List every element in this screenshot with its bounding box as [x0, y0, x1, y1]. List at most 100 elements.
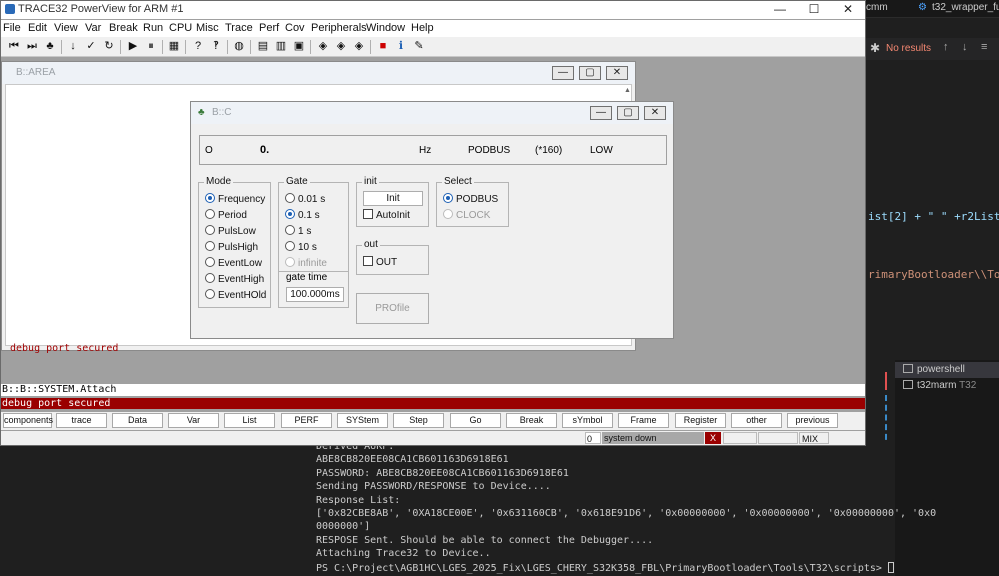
- return-icon[interactable]: ↻: [102, 39, 116, 53]
- menu-item-cov[interactable]: Cov: [285, 22, 305, 34]
- gate-001-radio[interactable]: 0.01 s: [285, 193, 325, 205]
- softkey-components[interactable]: components: [3, 413, 53, 428]
- menu-item-edit[interactable]: Edit: [28, 22, 47, 34]
- mode-eventhold-radio[interactable]: EventHOld: [205, 289, 266, 301]
- memory-icon[interactable]: ▥: [274, 39, 288, 53]
- terminal-item[interactable]: t32marm T32: [895, 378, 999, 394]
- command-line[interactable]: B::B::SYSTEM.Attach: [1, 384, 865, 396]
- gate-group: Gate 0.01 s 0.1 s 1 s 10 s infinite gate…: [278, 176, 349, 308]
- mode-period-radio[interactable]: Period: [205, 209, 247, 221]
- wrench-icon[interactable]: ✎: [412, 39, 426, 53]
- code-editor[interactable]: ist[2] + " " +r2List[3] rimaryBootloader…: [866, 60, 999, 360]
- level-label: LOW: [590, 145, 613, 156]
- restart-icon[interactable]: ⏭: [25, 39, 39, 53]
- softkey-other[interactable]: other: [731, 413, 782, 428]
- softkey-system[interactable]: SYStem: [337, 413, 388, 428]
- menu-item-window[interactable]: Window: [366, 22, 405, 34]
- maximize-button[interactable]: ▢: [617, 106, 639, 120]
- mode-pulshigh-radio[interactable]: PulsHigh: [205, 241, 258, 253]
- trace32-logo-icon: ♣: [198, 107, 205, 118]
- menu-item-var[interactable]: Var: [85, 22, 101, 34]
- terminal-item[interactable]: powershell: [895, 362, 999, 378]
- menu-item-misc[interactable]: Misc: [196, 22, 219, 34]
- mode-eventlow-radio[interactable]: EventLow: [205, 257, 262, 269]
- break-icon[interactable]: ⏸: [144, 39, 158, 53]
- gate-time-label: gate time: [286, 272, 328, 283]
- counter-status: O 0. Hz PODBUS (*160) LOW: [199, 135, 667, 165]
- softkey-list[interactable]: List: [224, 413, 275, 428]
- softkey-var[interactable]: Var: [168, 413, 219, 428]
- menu-item-help[interactable]: Help: [411, 22, 434, 34]
- info-icon[interactable]: ℹ: [394, 39, 408, 53]
- step-over-icon[interactable]: ✓: [84, 39, 98, 53]
- softkey-data[interactable]: Data: [112, 413, 163, 428]
- close-button[interactable]: ✕: [606, 66, 628, 80]
- menu-item-view[interactable]: View: [54, 22, 78, 34]
- reset-icon[interactable]: ⏮: [7, 39, 21, 53]
- counter-value: 0.: [260, 144, 270, 156]
- softkey-frame[interactable]: Frame: [618, 413, 669, 428]
- menu-item-file[interactable]: File: [3, 22, 21, 34]
- close-button[interactable]: ✕: [831, 1, 865, 19]
- dump-icon[interactable]: ▣: [292, 39, 306, 53]
- softkey-trace[interactable]: trace: [56, 413, 107, 428]
- menu-item-peripherals[interactable]: Peripherals: [311, 22, 367, 34]
- file-icon: ⚙: [918, 2, 927, 13]
- menu-item-perf[interactable]: Perf: [259, 22, 279, 34]
- code-line: ist[2] + " " +r2List[3]: [868, 210, 999, 223]
- editor-tab[interactable]: t32_wrapper_fu: [932, 2, 999, 13]
- more-icon[interactable]: ≡: [981, 41, 987, 53]
- trace-chart-icon[interactable]: ◈: [334, 39, 348, 53]
- maximize-button[interactable]: ☐: [797, 1, 831, 19]
- mode-eventhigh-radio[interactable]: EventHigh: [205, 273, 264, 285]
- softkey-break[interactable]: Break: [506, 413, 557, 428]
- cube-icon[interactable]: ■: [376, 39, 390, 53]
- terminal-output[interactable]: Derived AUKP: ABE8CB820EE08CA1CB601163D69…: [300, 440, 936, 576]
- maximize-button[interactable]: ▢: [579, 66, 601, 80]
- softkey-symbol[interactable]: sYmbol: [562, 413, 613, 428]
- gate-1-radio[interactable]: 1 s: [285, 225, 311, 237]
- select-podbus-radio[interactable]: PODBUS: [443, 193, 498, 205]
- close-button[interactable]: ✕: [644, 106, 666, 120]
- trace-config-icon[interactable]: ◈: [352, 39, 366, 53]
- menu-item-trace[interactable]: Trace: [225, 22, 253, 34]
- terminal-line: ABE8CB820EE08CA1CB601163D6918E61: [316, 454, 509, 466]
- init-group-title: init: [362, 176, 379, 187]
- softkey-perf[interactable]: PERF: [281, 413, 332, 428]
- mode-group: Mode Frequency Period PulsLow PulsHigh E…: [198, 176, 271, 308]
- register-icon[interactable]: ▤: [256, 39, 270, 53]
- scroll-up-icon[interactable]: ▲: [624, 87, 631, 94]
- area-window-titlebar[interactable]: B::AREA — ▢ ✕: [2, 62, 635, 84]
- menu-item-run[interactable]: Run: [143, 22, 163, 34]
- menu-item-break[interactable]: Break: [109, 22, 138, 34]
- minimize-button[interactable]: —: [763, 1, 797, 19]
- init-button[interactable]: Init: [363, 191, 423, 206]
- out-checkbox[interactable]: OUT: [363, 256, 397, 268]
- minimize-button[interactable]: —: [590, 106, 612, 120]
- arrow-down-icon[interactable]: ↓: [962, 41, 968, 53]
- softkey-register[interactable]: Register: [675, 413, 726, 428]
- editor-tab[interactable]: cmm: [866, 2, 888, 13]
- menu-item-cpu[interactable]: CPU: [169, 22, 192, 34]
- trace-list-icon[interactable]: ◈: [316, 39, 330, 53]
- status-field: 0: [585, 432, 601, 444]
- arrow-up-icon[interactable]: ↑: [943, 41, 949, 53]
- go-icon[interactable]: ▶: [126, 39, 140, 53]
- mode-frequency-radio[interactable]: Frequency: [205, 193, 265, 205]
- softkey-go[interactable]: Go: [450, 413, 501, 428]
- gate-10-radio[interactable]: 10 s: [285, 241, 317, 253]
- help-icon[interactable]: ?: [191, 39, 205, 53]
- context-help-icon[interactable]: ‽: [209, 39, 223, 53]
- list-icon[interactable]: ▦: [167, 39, 181, 53]
- globe-icon[interactable]: ◍: [232, 39, 246, 53]
- softkey-previous[interactable]: previous: [787, 413, 838, 428]
- gate-01-radio[interactable]: 0.1 s: [285, 209, 320, 221]
- step-icon[interactable]: ↓: [66, 39, 80, 53]
- softkey-step[interactable]: Step: [393, 413, 444, 428]
- counter-window-titlebar[interactable]: ♣ B::C — ▢ ✕: [191, 102, 673, 124]
- cpu-icon[interactable]: ♣: [43, 39, 57, 53]
- autoinit-checkbox[interactable]: AutoInit: [363, 209, 410, 221]
- mode-pulslow-radio[interactable]: PulsLow: [205, 225, 256, 237]
- minimize-button[interactable]: —: [552, 66, 574, 80]
- gate-time-field[interactable]: 100.000ms: [286, 287, 344, 302]
